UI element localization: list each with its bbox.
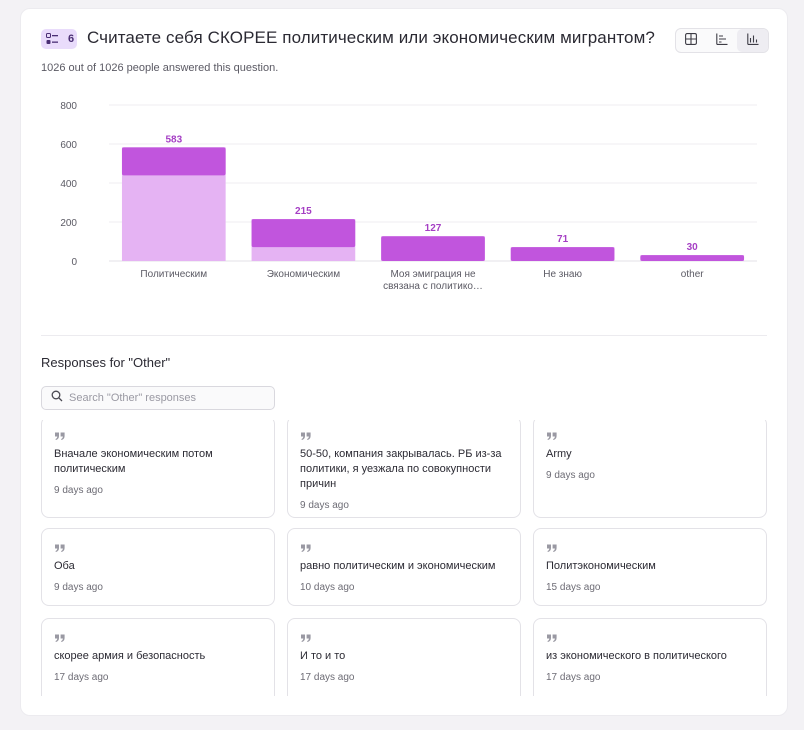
bar-chart: 0 200 400 600 800 583 Политическим 215 Экономиче…: [60, 101, 757, 292]
response-timestamp: 9 days ago: [54, 582, 103, 593]
response-text: И то и то: [300, 650, 346, 662]
response-text: из экономического в политического: [546, 650, 727, 662]
responses-grid: Вначале экономическим потом политическим…: [41, 420, 769, 696]
quote-icon: [300, 429, 508, 441]
bar-value-label: 583: [165, 134, 182, 145]
y-tick-label: 600: [60, 140, 77, 151]
bar[interactable]: [381, 236, 485, 261]
response-card: Политэкономическим 15 days ago: [533, 528, 767, 606]
y-tick-label: 400: [60, 179, 77, 190]
table-view-button[interactable]: [676, 29, 707, 52]
response-card: из экономического в политического 17 days…: [533, 618, 767, 696]
bar[interactable]: [640, 255, 745, 261]
x-tick-label: Экономическим: [267, 269, 341, 280]
response-card: равно политическим и экономическим 10 day…: [287, 528, 521, 606]
horizontal-bar-view-button[interactable]: [707, 29, 738, 52]
other-responses-search: [41, 386, 275, 410]
search-icon: [51, 389, 63, 407]
y-tick-label: 0: [71, 257, 77, 268]
quote-icon: [54, 631, 262, 643]
x-tick-label: связана с политико…: [383, 281, 483, 292]
vertical-bar-icon: [746, 32, 759, 50]
quote-icon: [54, 541, 262, 553]
y-tick-label: 800: [60, 101, 77, 112]
x-tick-label: Моя эмиграция не: [390, 269, 476, 280]
response-timestamp: 17 days ago: [546, 672, 601, 683]
question-title: Считаете себя СКОРЕЕ политическим или эк…: [87, 28, 655, 47]
search-input[interactable]: [69, 392, 249, 404]
bar-value-label: 30: [687, 242, 699, 253]
divider: [41, 335, 767, 336]
vertical-bar-view-button[interactable]: [737, 29, 769, 52]
bar-value-label: 71: [557, 234, 569, 245]
bar-value-label: 127: [425, 223, 442, 234]
other-responses-title: Responses for "Other": [41, 355, 171, 370]
bar[interactable]: [510, 247, 615, 261]
response-text: Оба: [54, 560, 75, 572]
response-card: Army 9 days ago: [533, 420, 767, 518]
horizontal-bar-icon: [716, 32, 728, 50]
response-timestamp: 9 days ago: [546, 470, 595, 481]
bar-top: [121, 147, 226, 176]
response-card: И то и то 17 days ago: [287, 618, 521, 696]
response-timestamp: 10 days ago: [300, 582, 355, 593]
bar-top: [640, 255, 745, 261]
y-tick-label: 200: [60, 218, 77, 229]
question-type-badge: 6: [41, 29, 77, 49]
answered-count: 1026 out of 1026 people answered this qu…: [41, 62, 279, 74]
bar[interactable]: [251, 219, 356, 261]
response-timestamp: 9 days ago: [300, 500, 349, 511]
question-number: 6: [68, 33, 75, 45]
response-card: скорее армия и безопасность 17 days ago: [41, 618, 275, 696]
x-tick-label: Не знаю: [543, 269, 582, 280]
bar-top: [251, 219, 356, 248]
bar-value-label: 215: [295, 206, 312, 217]
response-timestamp: 17 days ago: [300, 672, 355, 683]
response-text: Вначале экономическим потом политическим: [54, 448, 213, 475]
response-card: 50-50, компания закрывалась. РБ из-за по…: [287, 420, 521, 518]
bar[interactable]: [121, 147, 226, 261]
x-tick-label: other: [681, 269, 704, 280]
response-text: скорее армия и безопасность: [54, 650, 206, 662]
view-toggle: [675, 28, 769, 53]
response-text: Army: [546, 448, 572, 460]
response-card: Вначале экономическим потом политическим…: [41, 420, 275, 518]
question-card: 6 Считаете себя СКОРЕЕ политическим или …: [20, 8, 788, 716]
x-tick-label: Политическим: [140, 269, 207, 280]
response-timestamp: 9 days ago: [54, 485, 103, 496]
response-timestamp: 15 days ago: [546, 582, 601, 593]
quote-icon: [300, 541, 508, 553]
quote-icon: [546, 429, 754, 441]
quote-icon: [300, 631, 508, 643]
response-timestamp: 17 days ago: [54, 672, 109, 683]
response-text: 50-50, компания закрывалась. РБ из-за по…: [300, 448, 502, 490]
quote-icon: [546, 541, 754, 553]
response-card: Оба 9 days ago: [41, 528, 275, 606]
quote-icon: [54, 429, 262, 441]
bar-top: [381, 236, 485, 261]
table-icon: [685, 32, 698, 50]
response-text: Политэкономическим: [546, 560, 656, 572]
response-text: равно политическим и экономическим: [300, 560, 496, 572]
bar-top: [510, 247, 615, 261]
quote-icon: [546, 631, 754, 643]
multiple-choice-icon: [46, 33, 58, 45]
